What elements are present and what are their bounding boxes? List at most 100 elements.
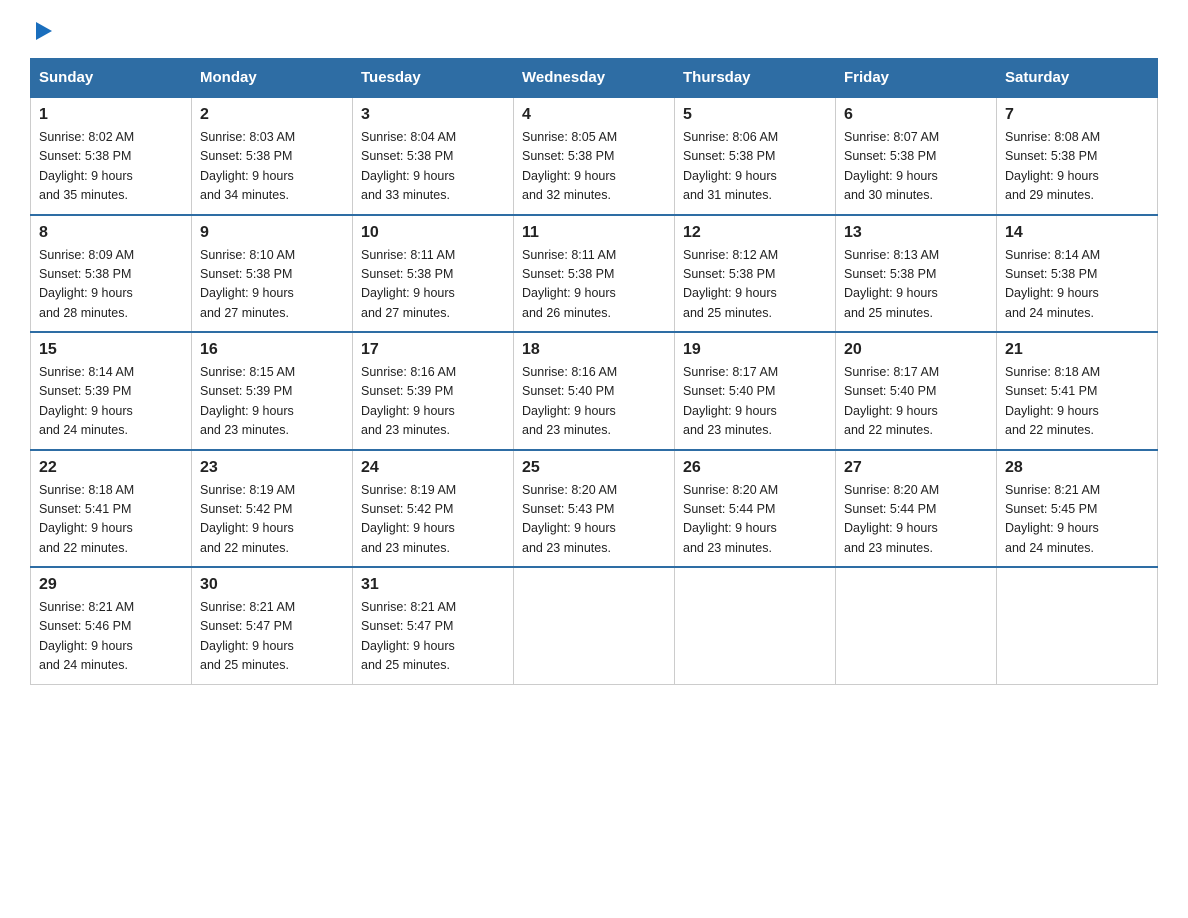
day-number: 17 [361,341,505,359]
logo-triangle-icon [32,20,54,42]
calendar-cell: 4 Sunrise: 8:05 AM Sunset: 5:38 PM Dayli… [514,97,675,215]
calendar-cell: 8 Sunrise: 8:09 AM Sunset: 5:38 PM Dayli… [31,215,192,333]
day-info: Sunrise: 8:14 AM Sunset: 5:38 PM Dayligh… [1005,246,1149,324]
week-row-5: 29 Sunrise: 8:21 AM Sunset: 5:46 PM Dayl… [31,567,1158,684]
calendar-cell: 7 Sunrise: 8:08 AM Sunset: 5:38 PM Dayli… [997,97,1158,215]
day-info: Sunrise: 8:14 AM Sunset: 5:39 PM Dayligh… [39,363,183,441]
day-info: Sunrise: 8:16 AM Sunset: 5:40 PM Dayligh… [522,363,666,441]
day-info: Sunrise: 8:05 AM Sunset: 5:38 PM Dayligh… [522,128,666,206]
day-info: Sunrise: 8:21 AM Sunset: 5:47 PM Dayligh… [361,598,505,676]
day-number: 22 [39,459,183,477]
calendar-cell: 21 Sunrise: 8:18 AM Sunset: 5:41 PM Dayl… [997,332,1158,450]
calendar-cell: 13 Sunrise: 8:13 AM Sunset: 5:38 PM Dayl… [836,215,997,333]
calendar-table: SundayMondayTuesdayWednesdayThursdayFrid… [30,58,1158,685]
day-number: 5 [683,106,827,124]
day-info: Sunrise: 8:09 AM Sunset: 5:38 PM Dayligh… [39,246,183,324]
calendar-cell: 12 Sunrise: 8:12 AM Sunset: 5:38 PM Dayl… [675,215,836,333]
day-number: 13 [844,224,988,242]
day-number: 21 [1005,341,1149,359]
day-info: Sunrise: 8:20 AM Sunset: 5:44 PM Dayligh… [844,481,988,559]
calendar-cell: 11 Sunrise: 8:11 AM Sunset: 5:38 PM Dayl… [514,215,675,333]
day-number: 19 [683,341,827,359]
day-info: Sunrise: 8:21 AM Sunset: 5:46 PM Dayligh… [39,598,183,676]
page-header [30,20,1158,42]
logo [30,20,54,42]
day-number: 25 [522,459,666,477]
header-day-sunday: Sunday [31,59,192,98]
day-number: 27 [844,459,988,477]
day-number: 10 [361,224,505,242]
day-info: Sunrise: 8:18 AM Sunset: 5:41 PM Dayligh… [39,481,183,559]
day-info: Sunrise: 8:21 AM Sunset: 5:45 PM Dayligh… [1005,481,1149,559]
calendar-cell: 16 Sunrise: 8:15 AM Sunset: 5:39 PM Dayl… [192,332,353,450]
day-info: Sunrise: 8:03 AM Sunset: 5:38 PM Dayligh… [200,128,344,206]
day-number: 20 [844,341,988,359]
calendar-cell: 27 Sunrise: 8:20 AM Sunset: 5:44 PM Dayl… [836,450,997,568]
day-number: 15 [39,341,183,359]
calendar-cell: 10 Sunrise: 8:11 AM Sunset: 5:38 PM Dayl… [353,215,514,333]
calendar-cell: 29 Sunrise: 8:21 AM Sunset: 5:46 PM Dayl… [31,567,192,684]
calendar-cell: 22 Sunrise: 8:18 AM Sunset: 5:41 PM Dayl… [31,450,192,568]
day-number: 16 [200,341,344,359]
day-info: Sunrise: 8:11 AM Sunset: 5:38 PM Dayligh… [361,246,505,324]
day-info: Sunrise: 8:10 AM Sunset: 5:38 PM Dayligh… [200,246,344,324]
header-day-monday: Monday [192,59,353,98]
day-info: Sunrise: 8:08 AM Sunset: 5:38 PM Dayligh… [1005,128,1149,206]
day-number: 2 [200,106,344,124]
day-info: Sunrise: 8:21 AM Sunset: 5:47 PM Dayligh… [200,598,344,676]
day-number: 7 [1005,106,1149,124]
week-row-1: 1 Sunrise: 8:02 AM Sunset: 5:38 PM Dayli… [31,97,1158,215]
day-info: Sunrise: 8:17 AM Sunset: 5:40 PM Dayligh… [683,363,827,441]
day-number: 12 [683,224,827,242]
calendar-cell: 19 Sunrise: 8:17 AM Sunset: 5:40 PM Dayl… [675,332,836,450]
header-row: SundayMondayTuesdayWednesdayThursdayFrid… [31,59,1158,98]
calendar-cell: 5 Sunrise: 8:06 AM Sunset: 5:38 PM Dayli… [675,97,836,215]
calendar-cell: 26 Sunrise: 8:20 AM Sunset: 5:44 PM Dayl… [675,450,836,568]
calendar-cell: 17 Sunrise: 8:16 AM Sunset: 5:39 PM Dayl… [353,332,514,450]
header-day-thursday: Thursday [675,59,836,98]
header-day-saturday: Saturday [997,59,1158,98]
day-number: 8 [39,224,183,242]
header-day-wednesday: Wednesday [514,59,675,98]
calendar-cell: 18 Sunrise: 8:16 AM Sunset: 5:40 PM Dayl… [514,332,675,450]
calendar-cell: 2 Sunrise: 8:03 AM Sunset: 5:38 PM Dayli… [192,97,353,215]
day-info: Sunrise: 8:16 AM Sunset: 5:39 PM Dayligh… [361,363,505,441]
day-number: 18 [522,341,666,359]
calendar-cell [514,567,675,684]
day-number: 9 [200,224,344,242]
week-row-4: 22 Sunrise: 8:18 AM Sunset: 5:41 PM Dayl… [31,450,1158,568]
calendar-cell: 9 Sunrise: 8:10 AM Sunset: 5:38 PM Dayli… [192,215,353,333]
calendar-cell: 23 Sunrise: 8:19 AM Sunset: 5:42 PM Dayl… [192,450,353,568]
day-number: 6 [844,106,988,124]
day-number: 30 [200,576,344,594]
calendar-cell: 31 Sunrise: 8:21 AM Sunset: 5:47 PM Dayl… [353,567,514,684]
day-number: 4 [522,106,666,124]
day-number: 29 [39,576,183,594]
calendar-cell: 1 Sunrise: 8:02 AM Sunset: 5:38 PM Dayli… [31,97,192,215]
day-number: 11 [522,224,666,242]
calendar-cell: 6 Sunrise: 8:07 AM Sunset: 5:38 PM Dayli… [836,97,997,215]
calendar-cell [836,567,997,684]
day-number: 26 [683,459,827,477]
week-row-3: 15 Sunrise: 8:14 AM Sunset: 5:39 PM Dayl… [31,332,1158,450]
day-number: 31 [361,576,505,594]
week-row-2: 8 Sunrise: 8:09 AM Sunset: 5:38 PM Dayli… [31,215,1158,333]
day-info: Sunrise: 8:11 AM Sunset: 5:38 PM Dayligh… [522,246,666,324]
calendar-cell: 28 Sunrise: 8:21 AM Sunset: 5:45 PM Dayl… [997,450,1158,568]
header-day-friday: Friday [836,59,997,98]
calendar-cell: 15 Sunrise: 8:14 AM Sunset: 5:39 PM Dayl… [31,332,192,450]
calendar-cell [675,567,836,684]
day-info: Sunrise: 8:02 AM Sunset: 5:38 PM Dayligh… [39,128,183,206]
calendar-cell: 3 Sunrise: 8:04 AM Sunset: 5:38 PM Dayli… [353,97,514,215]
calendar-cell [997,567,1158,684]
day-info: Sunrise: 8:20 AM Sunset: 5:43 PM Dayligh… [522,481,666,559]
day-number: 24 [361,459,505,477]
day-info: Sunrise: 8:12 AM Sunset: 5:38 PM Dayligh… [683,246,827,324]
calendar-cell: 30 Sunrise: 8:21 AM Sunset: 5:47 PM Dayl… [192,567,353,684]
day-info: Sunrise: 8:20 AM Sunset: 5:44 PM Dayligh… [683,481,827,559]
day-info: Sunrise: 8:04 AM Sunset: 5:38 PM Dayligh… [361,128,505,206]
calendar-cell: 14 Sunrise: 8:14 AM Sunset: 5:38 PM Dayl… [997,215,1158,333]
day-number: 3 [361,106,505,124]
day-info: Sunrise: 8:07 AM Sunset: 5:38 PM Dayligh… [844,128,988,206]
day-number: 28 [1005,459,1149,477]
